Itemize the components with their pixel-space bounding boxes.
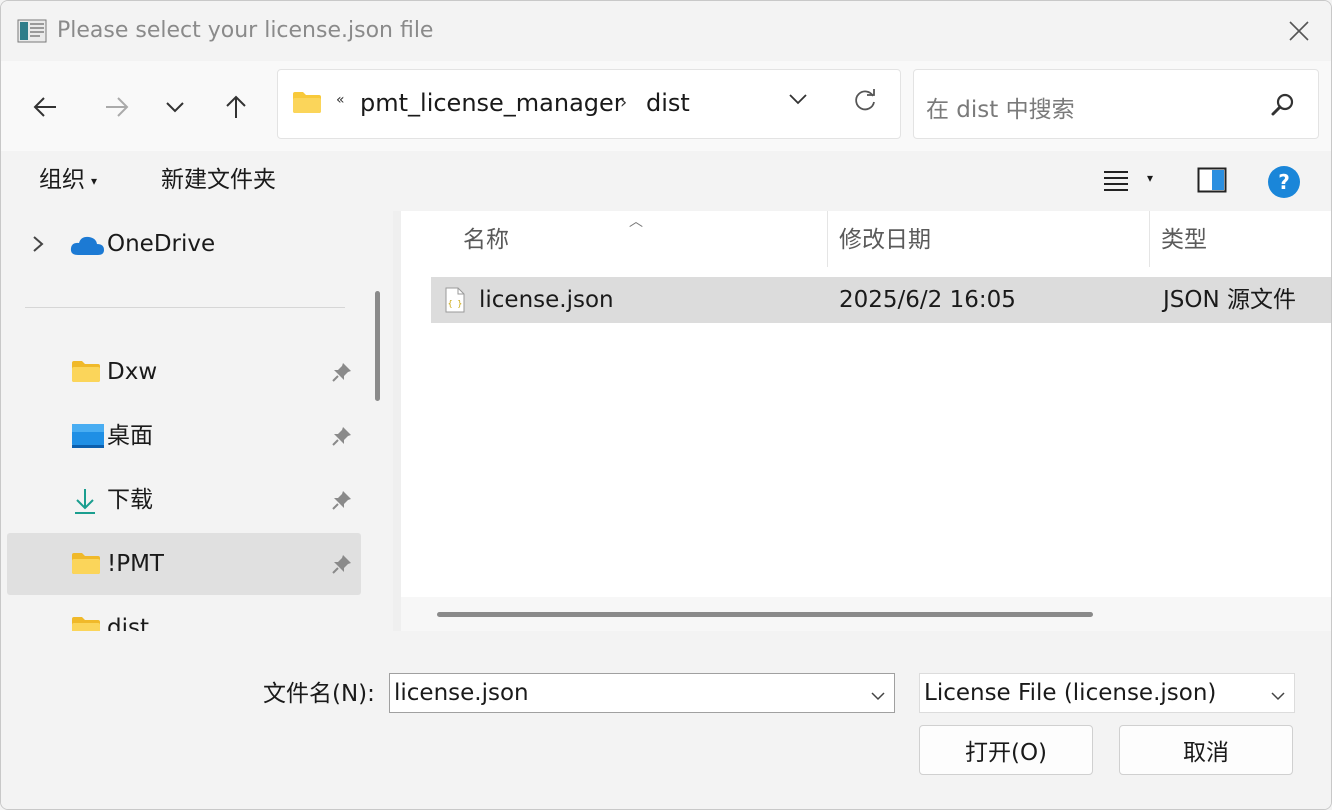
column-label: 类型 [1161, 227, 1207, 253]
download-icon [71, 487, 99, 519]
nav-pane-scrollbar[interactable] [375, 291, 380, 401]
recent-locations-button[interactable] [153, 85, 197, 129]
folder-icon [71, 551, 101, 579]
file-modified: 2025/6/2 16:05 [839, 287, 1016, 313]
caret-down-icon: ▾ [91, 173, 98, 188]
new-folder-button[interactable]: 新建文件夹 [161, 165, 276, 195]
sort-ascending-icon: ︿ [629, 214, 643, 230]
filename-combobox[interactable] [389, 673, 895, 713]
file-list: ︿ 名称 修改日期 类型 { } license.json 2025/6/2 1… [401, 211, 1331, 631]
sidebar-item-label: 下载 [107, 487, 153, 513]
breadcrumb-pmt-license-manager[interactable]: pmt_license_manager [360, 88, 624, 118]
close-icon [1289, 21, 1309, 41]
sidebar-item-pmt[interactable]: !PMT [7, 533, 361, 595]
sidebar-item-onedrive[interactable]: OneDrive [107, 229, 215, 259]
column-header-modified[interactable]: 修改日期 [827, 211, 1149, 267]
refresh-button[interactable] [852, 88, 878, 118]
back-button[interactable] [23, 85, 67, 129]
chevron-down-icon [1270, 686, 1286, 705]
onedrive-cloud-icon [69, 233, 105, 261]
cancel-button[interactable]: 取消 [1119, 725, 1293, 775]
json-file-icon: { } [445, 287, 465, 317]
sidebar-item-dist[interactable]: dist [7, 597, 361, 631]
sidebar-item-label: Dxw [107, 359, 158, 385]
up-button[interactable] [214, 85, 258, 129]
sidebar-item-label: 桌面 [107, 423, 153, 449]
forward-button[interactable] [95, 85, 139, 129]
filename-input[interactable] [394, 678, 854, 708]
file-type: JSON 源文件 [1163, 287, 1297, 313]
folder-icon [71, 615, 101, 631]
preview-pane-icon [1197, 167, 1227, 193]
chevron-right-icon [33, 236, 44, 252]
app-icon [17, 19, 47, 43]
breadcrumb-dist[interactable]: dist [646, 88, 690, 118]
list-view-icon [1104, 171, 1128, 191]
column-header-type[interactable]: 类型 [1149, 211, 1331, 267]
search-placeholder[interactable]: 在 dist 中搜索 [926, 90, 1075, 124]
column-header-name[interactable]: ︿ 名称 [401, 211, 827, 267]
dialog-footer: 文件名(N): License File (license.json) 打开(O… [1, 631, 1331, 809]
window-title: Please select your license.json file [57, 18, 434, 43]
search-box[interactable]: 在 dist 中搜索 [913, 69, 1319, 139]
filename-history-button[interactable] [870, 686, 886, 705]
folder-icon [71, 359, 101, 387]
folder-icon [292, 90, 322, 118]
address-history-button[interactable] [788, 90, 808, 109]
file-type-value: License File (license.json) [924, 680, 1217, 706]
file-name: license.json [479, 287, 614, 313]
refresh-icon [855, 89, 875, 111]
sidebar-item-label: dist [107, 615, 149, 631]
sidebar-item-dxw[interactable]: Dxw [7, 341, 361, 403]
desktop-icon [71, 423, 105, 453]
sidebar-item-downloads[interactable]: 下载 [7, 469, 361, 531]
file-row[interactable]: { } license.json 2025/6/2 16:05 JSON 源文件 [431, 277, 1331, 323]
arrow-up-icon [226, 95, 246, 118]
close-button[interactable] [1279, 13, 1319, 49]
pin-icon[interactable] [331, 361, 353, 387]
sidebar-item-desktop[interactable]: 桌面 [7, 405, 361, 467]
chevron-down-icon [871, 692, 885, 701]
pin-icon[interactable] [331, 553, 353, 579]
svg-text:?: ? [1278, 170, 1290, 194]
pane-splitter[interactable] [393, 211, 401, 631]
open-button[interactable]: 打开(O) [919, 725, 1093, 775]
pin-icon[interactable] [331, 489, 353, 515]
title-bar: Please select your license.json file [1, 1, 1331, 61]
sidebar-item-label: !PMT [107, 551, 164, 577]
arrow-right-icon [106, 97, 129, 117]
help-button[interactable]: ? [1267, 165, 1301, 203]
navigation-pane: OneDrive Dxw 桌面 下载 !PMT dist [1, 211, 393, 631]
arrow-left-icon [33, 97, 56, 117]
organize-menu[interactable]: 组织 ▾ [39, 165, 97, 196]
command-bar: 组织 ▾ 新建文件夹 ▾ ? [1, 151, 1331, 211]
svg-text:{ }: { } [448, 299, 462, 308]
navigation-bar: « pmt_license_manager › dist 在 dist 中搜索 [1, 61, 1331, 151]
help-icon: ? [1268, 166, 1300, 198]
view-options-button[interactable] [1103, 169, 1129, 195]
address-overflow[interactable]: « [336, 92, 345, 108]
search-icon[interactable] [1270, 92, 1296, 122]
organize-label: 组织 [39, 167, 85, 193]
file-type-select[interactable]: License File (license.json) [919, 673, 1295, 713]
view-menu-caret-icon[interactable]: ▾ [1147, 171, 1153, 185]
horizontal-scrollbar-thumb[interactable] [437, 612, 1093, 617]
breadcrumb-separator[interactable]: › [620, 92, 627, 113]
nav-divider [25, 307, 345, 308]
onedrive-expand-button[interactable] [31, 235, 45, 257]
column-label: 修改日期 [839, 227, 931, 253]
preview-pane-button[interactable] [1197, 167, 1227, 197]
file-open-dialog: Please select your license.json file « p… [0, 0, 1332, 810]
pin-icon[interactable] [331, 425, 353, 451]
chevron-down-icon [166, 102, 184, 113]
filename-label: 文件名(N): [263, 681, 375, 707]
column-label: 名称 [463, 227, 509, 253]
address-bar[interactable]: « pmt_license_manager › dist [277, 69, 901, 139]
chevron-down-icon [789, 94, 807, 105]
